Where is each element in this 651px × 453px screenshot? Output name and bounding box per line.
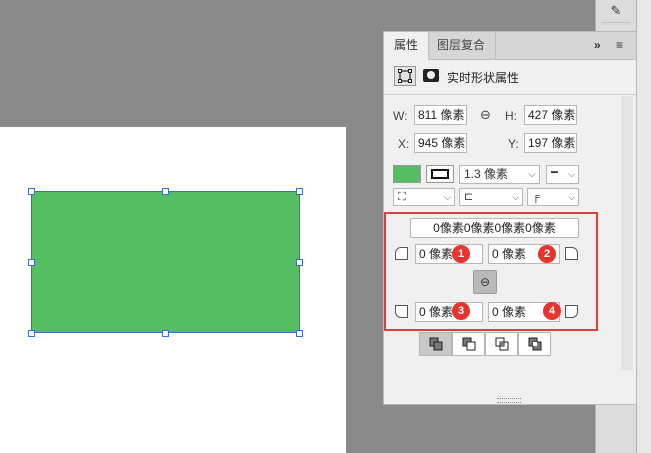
- annotation-badge-4: 4: [543, 302, 561, 320]
- stroke-align-dropdown[interactable]: ⛶ ⌵: [393, 188, 455, 206]
- path-operations-group: [419, 332, 551, 356]
- exclude-overlap-button[interactable]: [518, 332, 551, 356]
- width-label: W:: [393, 109, 408, 123]
- fill-color-swatch[interactable]: [393, 165, 421, 183]
- link-icon: ⊖: [479, 275, 491, 289]
- panel-tabbar: 属性 图层复合 » ≡: [384, 32, 636, 60]
- collapse-panel-icon[interactable]: »: [594, 32, 601, 59]
- panel-scrollbar[interactable]: [621, 96, 633, 370]
- edge-panel-column: [637, 0, 651, 453]
- height-label: H:: [505, 109, 517, 123]
- transform-handle-ml[interactable]: [28, 259, 35, 266]
- transform-handle-bc[interactable]: [162, 330, 169, 337]
- y-label: Y:: [508, 137, 519, 151]
- chevron-down-icon: ⌵: [568, 192, 575, 202]
- x-label: X:: [398, 137, 410, 151]
- stroke-join-dropdown[interactable]: ╒ ⌵: [527, 188, 579, 206]
- chevron-down-icon: ⌵: [528, 169, 536, 180]
- transform-handle-tr[interactable]: [296, 188, 303, 195]
- link-corner-radius-button[interactable]: ⊖: [473, 270, 497, 294]
- subtract-shape-button[interactable]: [452, 332, 485, 356]
- stroke-align-icon: ⛶: [398, 191, 406, 203]
- shape-properties-icon[interactable]: [394, 66, 416, 86]
- transform-handle-bl[interactable]: [28, 330, 35, 337]
- mask-icon[interactable]: [423, 69, 439, 82]
- panel-title: 实时形状属性: [447, 71, 520, 85]
- panel-divider: [384, 94, 636, 95]
- tool-icon-top[interactable]: ✎: [602, 0, 630, 23]
- transform-handle-tl[interactable]: [28, 188, 35, 195]
- green-rectangle-shape[interactable]: [31, 191, 300, 333]
- annotation-badge-2: 2: [538, 245, 556, 263]
- stroke-type-dropdown[interactable]: ━ ⌵: [546, 165, 579, 184]
- stroke-width-value: 1.3 像素: [464, 167, 509, 181]
- transform-handle-br[interactable]: [296, 330, 303, 337]
- chevron-down-icon: ⌵: [568, 169, 575, 179]
- width-input[interactable]: 811 像素: [414, 105, 467, 125]
- stroke-join-icon: ╒: [532, 191, 540, 203]
- height-input[interactable]: 427 像素: [524, 105, 577, 125]
- intersect-shapes-button[interactable]: [485, 332, 518, 356]
- panel-resize-grip[interactable]: [497, 398, 521, 403]
- chevron-down-icon: ⌵: [444, 192, 451, 202]
- tab-properties[interactable]: 属性: [384, 32, 430, 60]
- annotation-badge-1: 1: [452, 245, 470, 263]
- stroke-color-swatch[interactable]: [426, 165, 454, 183]
- tab-layer-comps[interactable]: 图层复合: [427, 32, 497, 59]
- combine-shapes-button[interactable]: [419, 332, 452, 356]
- stroke-line-icon: ━: [551, 167, 558, 179]
- stroke-cap-dropdown[interactable]: ⊏ ⌵: [459, 188, 523, 206]
- x-input[interactable]: 945 像素: [414, 133, 467, 153]
- chevron-down-icon: ⌵: [512, 192, 519, 202]
- transform-handle-tc[interactable]: [162, 188, 169, 195]
- stroke-width-dropdown[interactable]: 1.3 像素 ⌵: [459, 165, 540, 184]
- panel-menu-icon[interactable]: ≡: [616, 32, 623, 59]
- transform-handle-mr[interactable]: [296, 259, 303, 266]
- stroke-cap-icon: ⊏: [464, 191, 474, 203]
- annotation-badge-3: 3: [452, 302, 470, 320]
- y-input[interactable]: 197 像素: [524, 133, 577, 153]
- link-dimensions-icon[interactable]: ⊖: [480, 107, 491, 123]
